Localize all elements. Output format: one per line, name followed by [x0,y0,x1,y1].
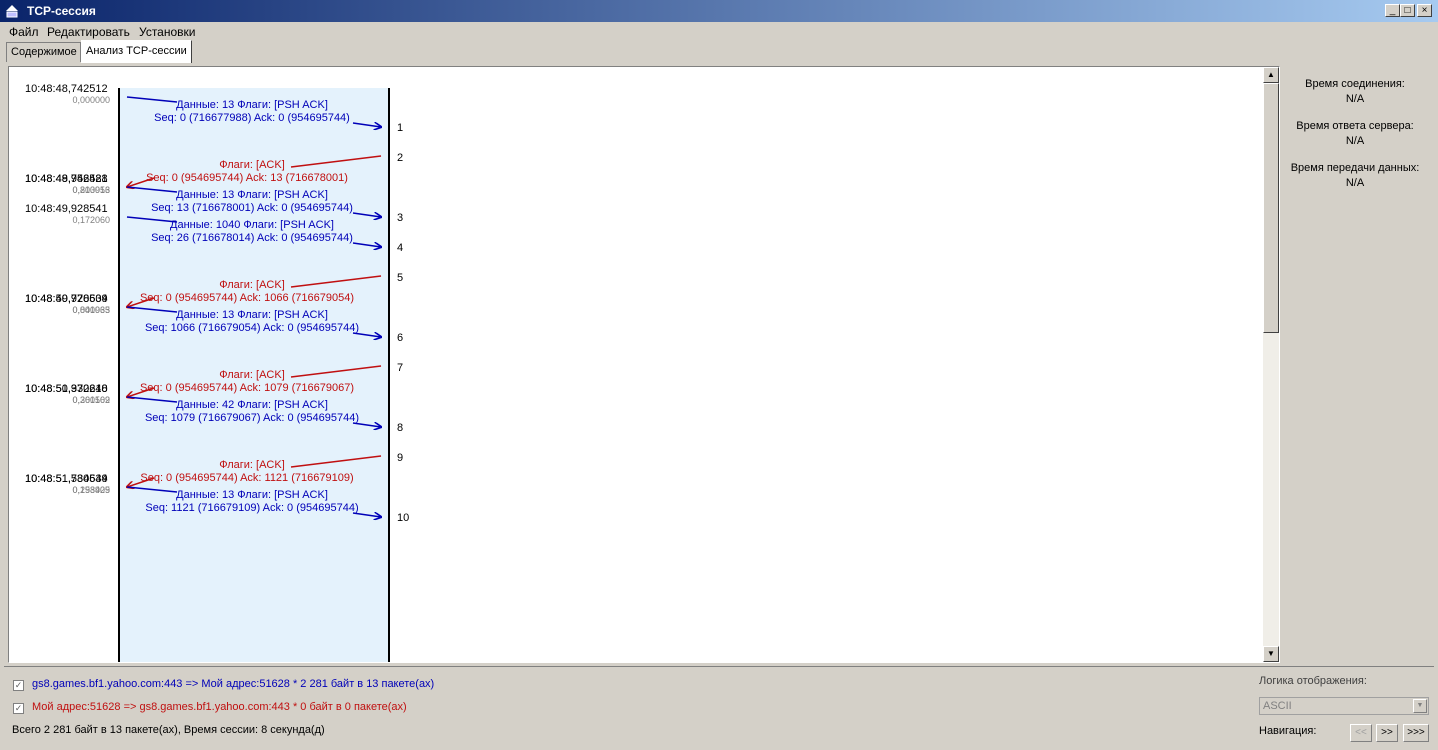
packet-seq-ack: Seq: 0 (954695744) Ack: 1079 (716679067) [140,382,354,394]
packet-timestamp: 10:48:51,784544 [25,473,108,485]
tcp-sequence-diagram: Данные: 13 Флаги: [PSH ACK]Seq: 0 (71667… [25,83,409,662]
scroll-down-icon[interactable]: ▼ [1263,646,1279,662]
packet-seq-ack: Seq: 1121 (716679109) Ack: 0 (954695744) [145,502,358,514]
packet-seq-ack: Seq: 1079 (716679067) Ack: 0 (954695744) [145,412,359,424]
packet-timestamp: 10:48:49,756481 [25,173,108,185]
connection-time-value: N/A [1345,93,1365,105]
session-total: Всего 2 281 байт в 13 пакете(ах), Время … [12,724,325,736]
status-panel: ✓ gs8.games.bf1.yahoo.com:443 => Мой адр… [4,666,1434,747]
packet-seq-ack: Seq: 0 (954695744) Ack: 1066 (716679054) [140,292,354,304]
packet-number: 5 [397,272,403,284]
packet-info: Данные: 13 Флаги: [PSH ACK] [176,489,328,501]
stream2-summary: Мой адрес:51628 => gs8.games.bf1.yahoo.c… [32,701,407,713]
packet-number: 6 [397,332,403,344]
packet-number: 9 [397,452,403,464]
app-icon [6,5,18,18]
display-logic-label: Логика отображения: [1259,675,1367,687]
minimize-button[interactable]: _ [1385,4,1400,17]
packet-delta: 0,841935 [72,305,110,315]
packet-number: 7 [397,362,403,374]
maximize-button[interactable]: □ [1400,4,1415,17]
packet-timestamp: 10:48:50,770539 [25,293,108,305]
packet-delta: 0,172060 [72,215,110,225]
session-diagram-panel: Данные: 13 Флаги: [PSH ACK] Seq: 0 (71667… [8,66,1280,663]
packet-number: 3 [397,212,403,224]
packet-seq-ack: Seq: 26 (716678014) Ack: 0 (954695744) [151,232,353,244]
packet-number: 8 [397,422,403,434]
packet-timestamp: 10:48:51,332210 [25,383,108,395]
nav-prev-button[interactable]: << [1350,724,1372,742]
packet-info: Данные: 42 Флаги: [PSH ACK] [176,399,328,411]
menu-settings[interactable]: Установки [139,25,195,39]
packet-seq-ack: Seq: 0 (716677988) Ack: 0 (954695744) [154,112,350,124]
tab-tcp-analysis[interactable]: Анализ TCP-сессии [81,40,192,63]
scroll-thumb[interactable] [1263,83,1279,333]
packet-delta: 0,000000 [72,95,110,105]
packet-seq-ack: Seq: 0 (954695744) Ack: 1121 (716679109) [140,472,353,484]
packet-info: Данные: 13 Флаги: [PSH ACK] [176,99,328,111]
packet-info: Данные: 1040 Флаги: [PSH ACK] [170,219,334,231]
packet-seq-ack: Seq: 13 (716678001) Ack: 0 (954695744) [151,202,353,214]
data-transfer-time-label: Время передачи данных: [1290,162,1420,174]
stream2-checkbox[interactable]: ✓ [13,703,24,714]
vertical-scrollbar[interactable]: ▲ ▼ [1263,67,1279,662]
packet-info: Флаги: [ACK] [219,369,285,381]
packet-number: 10 [397,512,409,524]
data-transfer-time-value: N/A [1345,177,1365,189]
title-bar: TCP-сессия _ □ × [0,0,1438,22]
packet-delta: 0,813953 [72,185,110,195]
server-response-time-label: Время ответа сервера: [1296,120,1414,132]
packet-delta: 0,361562 [72,395,110,405]
packet-seq-ack: Seq: 0 (954695744) Ack: 13 (716678001) [146,172,348,184]
packet-info: Флаги: [ACK] [219,159,285,171]
navigation-label: Навигация: [1259,725,1317,737]
packet-number: 2 [397,152,403,164]
packet-timestamp: 10:48:49,928541 [25,203,108,215]
packet-info: Данные: 13 Флаги: [PSH ACK] [176,189,328,201]
chevron-down-icon[interactable]: ▼ [1413,699,1427,713]
stream1-checkbox[interactable]: ✓ [13,680,24,691]
connection-time-label: Время соединения: [1305,78,1405,90]
window-title: TCP-сессия [27,4,96,18]
tab-content[interactable]: Содержимое [6,42,81,62]
packet-info: Флаги: [ACK] [219,459,285,471]
menu-edit[interactable]: Редактировать [47,25,130,39]
packet-delta: 0,253905 [72,485,110,495]
scroll-up-icon[interactable]: ▲ [1263,67,1279,83]
server-response-time-value: N/A [1345,135,1365,147]
menu-file[interactable]: Файл [9,25,39,39]
nav-last-button[interactable]: >>> [1403,724,1429,742]
packet-info: Флаги: [ACK] [219,279,285,291]
menu-bar: Файл Редактировать Установки [0,22,1438,40]
packet-number: 1 [397,122,403,134]
nav-next-button[interactable]: >> [1376,724,1398,742]
packet-number: 4 [397,242,403,254]
packet-seq-ack: Seq: 1066 (716679054) Ack: 0 (954695744) [145,322,359,334]
packet-timestamp: 10:48:48,742512 [25,83,108,95]
display-logic-select[interactable]: ASCII ▼ [1259,697,1429,715]
display-logic-value: ASCII [1263,700,1292,712]
packet-info: Данные: 13 Флаги: [PSH ACK] [176,309,328,321]
stream1-summary: gs8.games.bf1.yahoo.com:443 => Мой адрес… [32,678,435,690]
close-button[interactable]: × [1417,4,1432,17]
